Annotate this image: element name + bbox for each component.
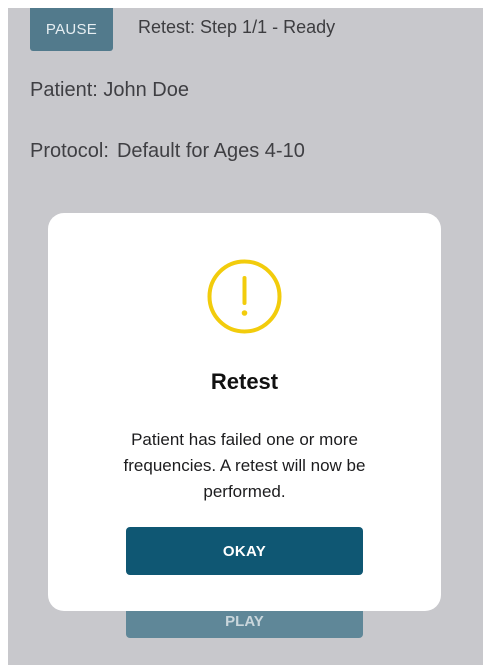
dialog-message: Patient has failed one or more frequenci… (123, 430, 366, 501)
protocol-info: Protocol: Default for Ages 4-10 (30, 140, 305, 163)
okay-button[interactable]: OKAY (126, 527, 363, 575)
patient-name: Patient: John Doe (30, 79, 189, 101)
protocol-value: Default for Ages 4-10 (116, 140, 305, 162)
pause-button[interactable]: PAUSE (30, 8, 113, 51)
test-status: Retest: Step 1/1 - Ready (138, 17, 336, 37)
protocol-label: Protocol: (30, 140, 109, 162)
warning-circle-icon (207, 259, 282, 334)
retest-dialog: Retest Patient has failed one or more fr… (48, 213, 441, 611)
dialog-title: Retest (210, 369, 279, 394)
